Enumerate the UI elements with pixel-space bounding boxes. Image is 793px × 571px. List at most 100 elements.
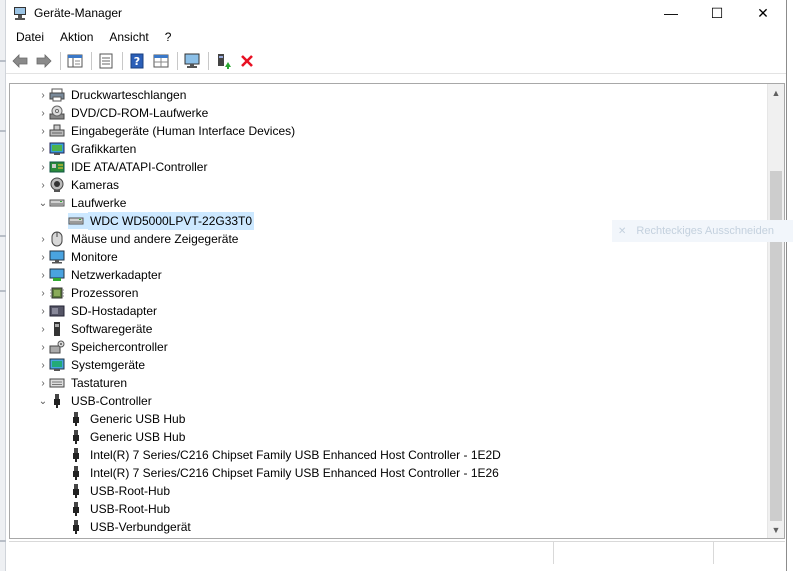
tree-device[interactable]: USB-Root-Hub [10, 500, 766, 518]
close-button[interactable]: ✕ [740, 0, 786, 26]
snipping-tool-overlay: ✕ Rechteckiges Ausschneiden [612, 220, 793, 242]
menu-help[interactable]: ? [157, 26, 180, 48]
tree-category[interactable]: › SD-Hostadapter [10, 302, 766, 320]
tree-item-label: Generic USB Hub [90, 430, 186, 444]
forward-icon [36, 53, 52, 68]
help-button[interactable]: ? [126, 50, 148, 72]
tree-item-label: WDC WD5000LPVT-22G33T0 [88, 212, 255, 230]
tree-device[interactable]: Generic USB Hub [10, 428, 766, 446]
chevron-right-icon[interactable]: › [37, 230, 49, 248]
toolbar: ? [6, 48, 786, 74]
status-pane-middle [554, 542, 714, 564]
tree-device[interactable]: USB-Verbundgerät [10, 518, 766, 536]
uninstall-icon [241, 54, 253, 67]
tree-category[interactable]: ⌄ USB-Controller [10, 392, 766, 410]
tree-category[interactable]: › Prozessoren [10, 284, 766, 302]
toolbar-separator [91, 51, 92, 70]
chevron-down-icon[interactable]: ⌄ [37, 194, 49, 212]
properties-pane-button[interactable] [64, 50, 86, 72]
usb-icon [68, 411, 84, 427]
tree-item-label: Mäuse und andere Zeigegeräte [71, 232, 239, 246]
tree-category[interactable]: › Tastaturen [10, 374, 766, 392]
back-button[interactable] [9, 50, 31, 72]
tree-device[interactable]: Intel(R) 7 Series/C216 Chipset Family US… [10, 464, 766, 482]
chevron-right-icon[interactable]: › [37, 86, 49, 104]
chevron-right-icon[interactable]: › [37, 158, 49, 176]
ide-controller-icon [49, 159, 65, 175]
status-bar [9, 541, 785, 565]
tree-device[interactable]: Generic USB Hub [10, 410, 766, 428]
system-device-icon [49, 357, 65, 373]
chevron-right-icon[interactable]: › [37, 122, 49, 140]
chevron-right-icon[interactable]: › [37, 248, 49, 266]
maximize-icon: ☐ [710, 4, 724, 21]
chevron-right-icon[interactable]: › [37, 338, 49, 356]
grid-view-button[interactable] [150, 50, 172, 72]
tree-category[interactable]: › Softwaregeräte [10, 320, 766, 338]
chevron-right-icon[interactable]: › [37, 140, 49, 158]
status-pane-right [714, 542, 785, 564]
usb-icon [68, 447, 84, 463]
menu-bar: Datei Aktion Ansicht ? [6, 26, 786, 48]
snipping-mode-label: Rechteckiges Ausschneiden [636, 225, 774, 237]
tree-item-label: USB-Root-Hub [90, 502, 171, 516]
tree-item-label: Softwaregeräte [71, 322, 153, 336]
forward-button[interactable] [33, 50, 55, 72]
menu-ansicht[interactable]: Ansicht [101, 26, 156, 48]
network-icon [49, 267, 65, 283]
svg-text:?: ? [134, 55, 140, 68]
tree-item-label: SD-Hostadapter [71, 304, 158, 318]
status-pane-main [9, 542, 554, 564]
update-driver-icon [218, 53, 231, 69]
chevron-right-icon[interactable]: › [37, 320, 49, 338]
tree-category[interactable]: › IDE ATA/ATAPI-Controller [10, 158, 766, 176]
update-driver-button[interactable] [212, 50, 234, 72]
tree-item-label: Netzwerkadapter [71, 268, 162, 282]
menu-aktion[interactable]: Aktion [52, 26, 101, 48]
tree-category[interactable]: › Speichercontroller [10, 338, 766, 356]
scroll-up-button[interactable]: ▲ [768, 84, 784, 101]
vertical-scrollbar[interactable]: ▲ ▼ [767, 84, 784, 538]
tree-category[interactable]: › Eingabegeräte (Human Interface Devices) [10, 122, 766, 140]
uninstall-button[interactable] [236, 50, 258, 72]
tree-item-label: Monitore [71, 250, 118, 264]
tree-item-label: USB-Root-Hub [90, 484, 171, 498]
chevron-right-icon[interactable]: › [37, 302, 49, 320]
mouse-icon [49, 231, 65, 247]
chevron-right-icon[interactable]: › [37, 284, 49, 302]
tree-category[interactable]: › Netzwerkadapter [10, 266, 766, 284]
toolbar-separator [122, 51, 123, 70]
scan-hardware-button[interactable] [181, 50, 203, 72]
minimize-button[interactable]: — [648, 0, 694, 26]
tree-category[interactable]: › Kameras [10, 176, 766, 194]
processor-icon [49, 285, 65, 301]
tree-category[interactable]: › Monitore [10, 248, 766, 266]
tree-device[interactable]: USB-Root-Hub [10, 482, 766, 500]
menu-datei[interactable]: Datei [8, 26, 52, 48]
tree-category[interactable]: ⌄ Laufwerke [10, 194, 766, 212]
chevron-down-icon[interactable]: ⌄ [37, 392, 49, 410]
device-manager-window: Geräte-Manager — ☐ ✕ Datei Aktion Ansich… [6, 0, 787, 571]
tree-category[interactable]: › Druckwarteschlangen [10, 86, 766, 104]
tree-category[interactable]: › Grafikkarten [10, 140, 766, 158]
list-view-button[interactable] [95, 50, 117, 72]
back-icon [12, 53, 28, 68]
chevron-right-icon[interactable]: › [37, 104, 49, 122]
help-icon: ? [130, 53, 144, 68]
title-bar[interactable]: Geräte-Manager — ☐ ✕ [6, 0, 786, 26]
sd-host-icon [49, 303, 65, 319]
usb-icon [68, 465, 84, 481]
tree-device[interactable]: Intel(R) 7 Series/C216 Chipset Family US… [10, 446, 766, 464]
tree-category[interactable]: › DVD/CD-ROM-Laufwerke [10, 104, 766, 122]
chevron-right-icon[interactable]: › [37, 356, 49, 374]
chevron-right-icon[interactable]: › [37, 266, 49, 284]
chevron-right-icon[interactable]: › [37, 374, 49, 392]
tree-category[interactable]: › Systemgeräte [10, 356, 766, 374]
scroll-down-button[interactable]: ▼ [768, 521, 784, 538]
maximize-button[interactable]: ☐ [694, 0, 740, 26]
tree-item-label: Eingabegeräte (Human Interface Devices) [71, 124, 296, 138]
window-controls: — ☐ ✕ [648, 0, 786, 26]
storage-controller-icon [49, 339, 65, 355]
chevron-right-icon[interactable]: › [37, 176, 49, 194]
